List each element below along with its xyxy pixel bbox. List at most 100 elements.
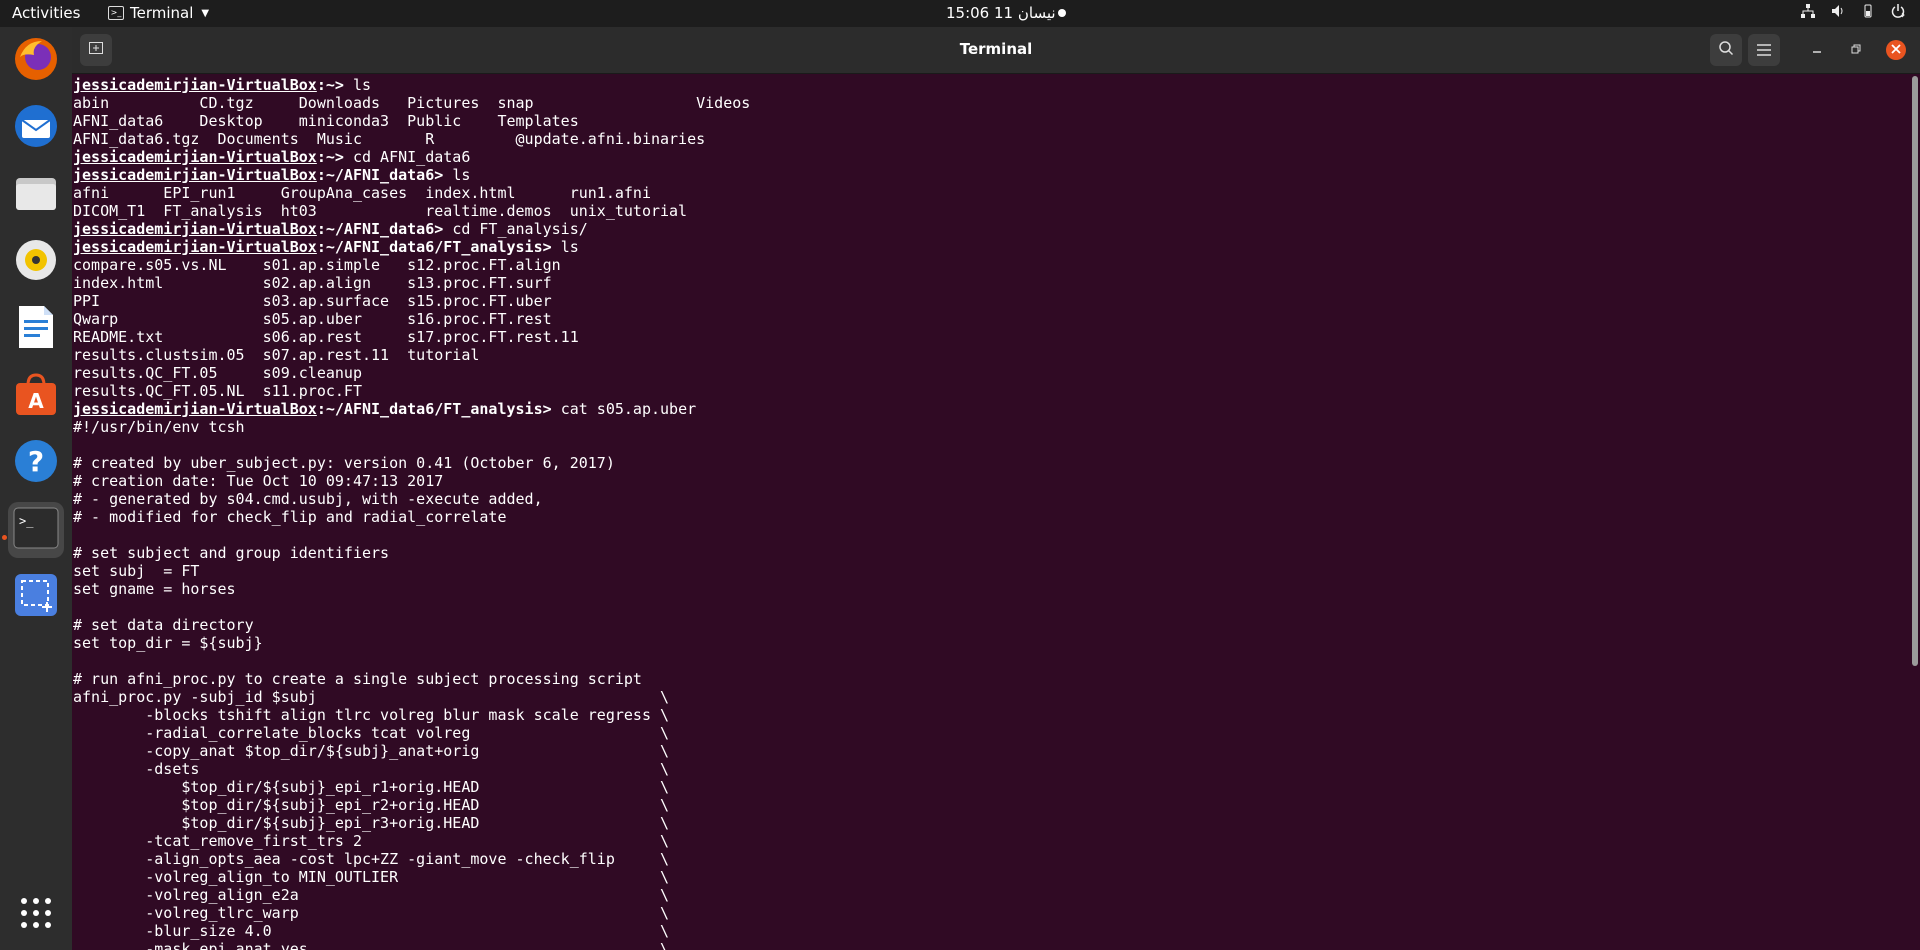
output-line: -volreg_align_e2a \ <box>73 886 670 904</box>
output-line: -volreg_align_to MIN_OUTLIER \ <box>73 868 670 886</box>
thunderbird-icon <box>12 102 60 154</box>
output-line: results.clustsim.05 s07.ap.rest.11 tutor… <box>73 346 480 364</box>
output-line: AFNI_data6.tgz Documents Music R @update… <box>73 130 706 148</box>
files-icon <box>13 170 59 220</box>
libreoffice-writer-icon <box>16 304 56 354</box>
output-line: -volreg_tlrc_warp \ <box>73 904 670 922</box>
activities-button[interactable]: Activities <box>12 4 80 22</box>
output-line: -tcat_remove_first_trs 2 \ <box>73 832 670 850</box>
dock-terminal[interactable]: >_ <box>8 502 64 558</box>
prompt: jessicademirjian-VirtualBox:~/AFNI_data6… <box>73 166 452 184</box>
prompt-line: jessicademirjian-VirtualBox:~> cd AFNI_d… <box>73 148 750 166</box>
svg-text:A: A <box>28 389 44 413</box>
dock-screenshot[interactable] <box>8 569 64 625</box>
terminal-output[interactable]: jessicademirjian-VirtualBox:~> ls abin CD… <box>72 74 1910 950</box>
prompt-line: jessicademirjian-VirtualBox:~/AFNI_data6… <box>73 220 750 238</box>
output-line: compare.s05.vs.NL s01.ap.simple s12.proc… <box>73 256 561 274</box>
command-text: ls <box>452 166 471 184</box>
scrollbar[interactable] <box>1912 76 1918 666</box>
output-line: set gname = horses <box>73 580 236 598</box>
svg-text:>_: >_ <box>19 514 34 528</box>
screenshot-icon <box>13 572 59 622</box>
output-line: AFNI_data6 Desktop miniconda3 Public Tem… <box>73 112 579 130</box>
hamburger-menu-icon <box>1757 41 1771 60</box>
output-line: # creation date: Tue Oct 10 09:47:13 201… <box>73 472 444 490</box>
firefox-icon <box>12 35 60 87</box>
output-line: set top_dir = ${subj} <box>73 634 263 652</box>
output-line: #!/usr/bin/env tcsh <box>73 418 245 436</box>
network-icon <box>1800 3 1816 23</box>
prompt-user: jessicademirjian-VirtualBox <box>73 166 317 184</box>
prompt-line: jessicademirjian-VirtualBox:~> ls <box>73 76 750 94</box>
restore-button[interactable] <box>1846 40 1866 60</box>
restore-icon <box>1851 42 1861 58</box>
output-line: results.QC_FT.05.NL s11.proc.FT <box>73 382 362 400</box>
prompt-path: :~/AFNI_data6> <box>316 166 453 184</box>
prompt: jessicademirjian-VirtualBox:~/AFNI_data6… <box>73 220 452 238</box>
menu-button[interactable] <box>1748 34 1780 66</box>
dock-software[interactable]: A <box>8 368 64 424</box>
minimize-icon <box>1812 42 1822 58</box>
dock-show-apps[interactable] <box>8 887 64 943</box>
dock-thunderbird[interactable] <box>8 100 64 156</box>
output-line: # set data directory <box>73 616 254 634</box>
dock-help[interactable]: ? <box>8 435 64 491</box>
prompt-user: jessicademirjian-VirtualBox <box>73 220 317 238</box>
output-line: -blur_size 4.0 \ <box>73 922 670 940</box>
top-bar: Activities >_ Terminal ▼ 15:06 نيسان 11 <box>0 0 1920 27</box>
terminal-lines: jessicademirjian-VirtualBox:~> ls abin CD… <box>73 76 750 950</box>
show-apps-icon <box>19 896 53 934</box>
dock: A ? >_ <box>0 27 72 950</box>
minimize-button[interactable] <box>1807 40 1827 60</box>
window-title: Terminal <box>959 40 1033 58</box>
output-line: afni_proc.py -subj_id $subj \ <box>73 688 670 706</box>
running-indicator <box>2 535 7 540</box>
output-line: abin CD.tgz Downloads Pictures snap Vide… <box>73 94 751 112</box>
rhythmbox-icon <box>13 237 59 287</box>
output-line: afni EPI_run1 GroupAna_cases index.html … <box>73 184 651 202</box>
clock[interactable]: 15:06 نيسان 11 <box>946 4 1056 22</box>
dock-rhythmbox[interactable] <box>8 234 64 290</box>
output-line: # - modified for check_flip and radial_c… <box>73 508 507 526</box>
output-line: -blocks tshift align tlrc volreg blur ma… <box>73 706 670 724</box>
terminal-small-icon: >_ <box>108 6 124 20</box>
prompt-user: jessicademirjian-VirtualBox <box>73 76 317 94</box>
prompt-path: :~/AFNI_data6> <box>316 220 453 238</box>
output-line: $top_dir/${subj}_epi_r3+orig.HEAD \ <box>73 814 670 832</box>
dock-writer[interactable] <box>8 301 64 357</box>
terminal-window: Terminal jessicademirjian-VirtualBox:~> … <box>72 27 1920 950</box>
close-button[interactable] <box>1886 40 1906 60</box>
power-menu-icon <box>1890 3 1906 23</box>
prompt: jessicademirjian-VirtualBox:~> <box>73 76 353 94</box>
output-line: README.txt s06.ap.rest s17.proc.FT.rest.… <box>73 328 579 346</box>
software-center-icon: A <box>13 371 59 421</box>
notification-dot-icon <box>1058 9 1066 17</box>
prompt-path: :~/AFNI_data6/FT_analysis> <box>316 400 561 418</box>
command-text: ls <box>352 76 372 94</box>
app-menu-label: Terminal <box>130 4 194 22</box>
terminal-icon: >_ <box>13 507 59 553</box>
search-button[interactable] <box>1710 34 1742 66</box>
output-line: # - generated by s04.cmd.usubj, with -ex… <box>73 490 543 508</box>
dock-files[interactable] <box>8 167 64 223</box>
output-line: # run afni_proc.py to create a single su… <box>73 670 642 688</box>
svg-text:?: ? <box>28 445 44 478</box>
output-line: PPI s03.ap.surface s15.proc.FT.uber <box>73 292 552 310</box>
command-text: ls <box>560 238 579 256</box>
output-line: index.html s02.ap.align s13.proc.FT.surf <box>73 274 552 292</box>
output-line: -align_opts_aea -cost lpc+ZZ -giant_move… <box>73 850 670 868</box>
command-text: cd FT_analysis/ <box>452 220 588 238</box>
prompt-user: jessicademirjian-VirtualBox <box>73 400 317 418</box>
app-menu[interactable]: >_ Terminal ▼ <box>108 4 209 22</box>
output-line: # created by uber_subject.py: version 0.… <box>73 454 615 472</box>
prompt: jessicademirjian-VirtualBox:~/AFNI_data6… <box>73 400 561 418</box>
close-icon <box>1891 43 1901 58</box>
system-tray[interactable] <box>1800 3 1906 23</box>
output-line: set subj = FT <box>73 562 200 580</box>
prompt-line: jessicademirjian-VirtualBox:~/AFNI_data6… <box>73 238 750 256</box>
prompt-user: jessicademirjian-VirtualBox <box>73 238 317 256</box>
dock-firefox[interactable] <box>8 33 64 89</box>
